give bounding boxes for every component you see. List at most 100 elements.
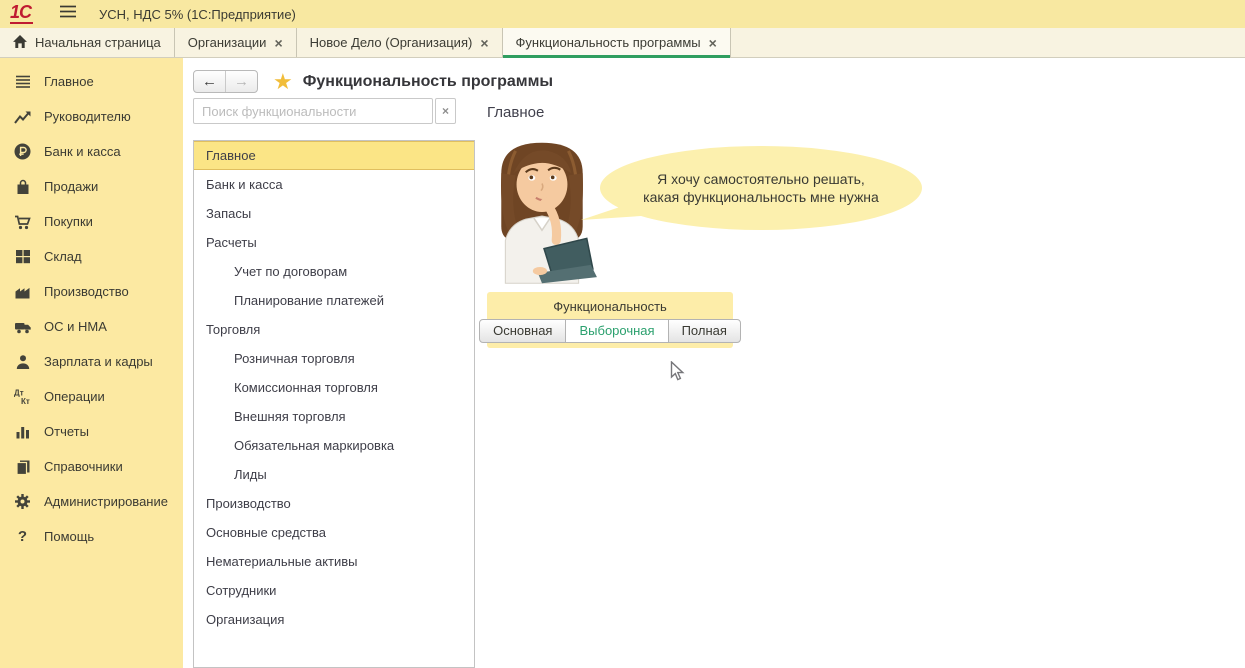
option-polnaya-button[interactable]: Полная [668,319,741,343]
books-icon [13,458,32,476]
trend-icon [13,108,32,126]
home-icon [13,35,27,51]
back-button[interactable]: ← [194,71,226,92]
list-item[interactable]: Нематериальные активы [194,547,474,576]
sidebar-item-proizvodstvo[interactable]: Производство [0,274,183,309]
sidebar-item-label: Производство [44,284,129,299]
sidebar-item-label: Продажи [44,179,98,194]
sidebar-item-label: Покупки [44,214,93,229]
search-row: × [193,98,456,124]
list-item[interactable]: Внешняя торговля [194,402,474,431]
sidebar-item-label: Отчеты [44,424,89,439]
sidebar-item-os-i-nma[interactable]: ОС и НМА [0,309,183,344]
ruble-coin-icon [13,143,32,161]
tab-novoe-delo[interactable]: Новое Дело (Организация) × [297,28,503,57]
list-item[interactable]: Запасы [194,199,474,228]
list-item[interactable]: Лиды [194,460,474,489]
sidebar-item-spravochniki[interactable]: Справочники [0,449,183,484]
window-title-bar: 1С УСН, НДС 5% (1С:Предприятие) [0,0,1245,28]
page-header: ← → ★ Функциональность программы [193,70,553,93]
warehouse-icon [13,248,32,266]
sidebar-item-label: Главное [44,74,94,89]
tab-home[interactable]: Начальная страница [0,28,175,57]
list-item[interactable]: Комиссионная торговля [194,373,474,402]
tab-label: Функциональность программы [516,35,701,50]
close-icon[interactable]: × [274,35,282,51]
forward-button[interactable]: → [226,71,257,92]
functionality-options: Основная Выборочная Полная [487,319,733,343]
tab-functionality[interactable]: Функциональность программы × [503,28,731,57]
person-icon [13,353,32,371]
sidebar-item-label: Склад [44,249,82,264]
list-item[interactable]: Учет по договорам [194,257,474,286]
sidebar-item-label: Справочники [44,459,123,474]
svg-text:Кт: Кт [21,397,30,405]
sidebar-item-prodazhi[interactable]: Продажи [0,169,183,204]
functionality-panel: Функциональность Основная Выборочная Пол… [487,292,733,348]
list-item[interactable]: Расчеты [194,228,474,257]
sidebar-item-glavnoe[interactable]: Главное [0,64,183,99]
window-title: УСН, НДС 5% (1С:Предприятие) [99,7,296,22]
sidebar-item-administrirovanie[interactable]: Администрирование [0,484,183,519]
sidebar-item-otchety[interactable]: Отчеты [0,414,183,449]
clear-search-icon[interactable]: × [435,98,456,124]
section-heading: Главное [487,104,544,121]
sidebar: Главное Руководителю Банк и касса Продаж… [0,58,183,668]
factory-icon [13,283,32,301]
speech-bubble: Я хочу самостоятельно решать, какая функ… [600,146,922,230]
tab-label: Организации [188,35,267,50]
sidebar-item-label: Администрирование [44,494,168,509]
sidebar-item-operacii[interactable]: ДтКт Операции [0,379,183,414]
gear-icon [13,493,32,511]
1c-logo: 1С [10,4,33,24]
main-menu-button[interactable] [59,5,77,23]
option-osnovnaya-button[interactable]: Основная [479,319,566,343]
list-item[interactable]: Торговля [194,315,474,344]
list-item[interactable]: Розничная торговля [194,344,474,373]
main-content: ← → ★ Функциональность программы × Главн… [183,58,1245,668]
tab-label: Новое Дело (Организация) [310,35,473,50]
option-vyborochnaya-button[interactable]: Выборочная [565,319,668,343]
list-item[interactable]: Производство [194,489,474,518]
functionality-label: Функциональность [487,292,733,314]
cart-icon [13,213,32,231]
speech-bubble-line: какая функциональность мне нужна [643,188,879,206]
list-item[interactable]: Планирование платежей [194,286,474,315]
sidebar-item-label: Банк и касса [44,144,121,159]
sidebar-item-rukovoditelyu[interactable]: Руководителю [0,99,183,134]
debit-credit-icon: ДтКт [13,388,32,406]
sidebar-item-zarplata-i-kadry[interactable]: Зарплата и кадры [0,344,183,379]
sidebar-item-pomosch[interactable]: ? Помощь [0,519,183,554]
tab-organizations[interactable]: Организации × [175,28,297,57]
sidebar-item-label: ОС и НМА [44,319,107,334]
bar-chart-icon [13,423,32,441]
history-nav: ← → [193,70,258,93]
list-item[interactable]: Сотрудники [194,576,474,605]
sidebar-item-bank-i-kassa[interactable]: Банк и касса [0,134,183,169]
list-item[interactable]: Банк и касса [194,170,474,199]
search-input[interactable] [193,98,433,124]
feature-sections-panel: Главное Банк и касса Запасы Расчеты Учет… [193,140,475,668]
close-icon[interactable]: × [480,35,488,51]
list-item[interactable]: Основные средства [194,518,474,547]
sidebar-item-label: Зарплата и кадры [44,354,153,369]
question-icon: ? [13,528,32,546]
sidebar-item-label: Операции [44,389,105,404]
tab-bar: Начальная страница Организации × Новое Д… [0,28,1245,58]
speech-bubble-line: Я хочу самостоятельно решать, [657,170,865,188]
sidebar-item-pokupki[interactable]: Покупки [0,204,183,239]
list-item[interactable]: Обязательная маркировка [194,431,474,460]
close-icon[interactable]: × [709,35,717,51]
menu-icon [13,73,32,91]
sidebar-item-sklad[interactable]: Склад [0,239,183,274]
sidebar-item-label: Помощь [44,529,94,544]
hamburger-icon [59,5,77,23]
sidebar-item-label: Руководителю [44,109,131,124]
list-item[interactable]: Организация [194,605,474,634]
truck-icon [13,318,32,336]
mouse-cursor [670,361,685,382]
list-item[interactable]: Главное [194,141,474,170]
shopping-bag-icon [13,178,32,196]
favorite-star-icon[interactable]: ★ [273,71,293,93]
tab-label: Начальная страница [35,35,161,50]
